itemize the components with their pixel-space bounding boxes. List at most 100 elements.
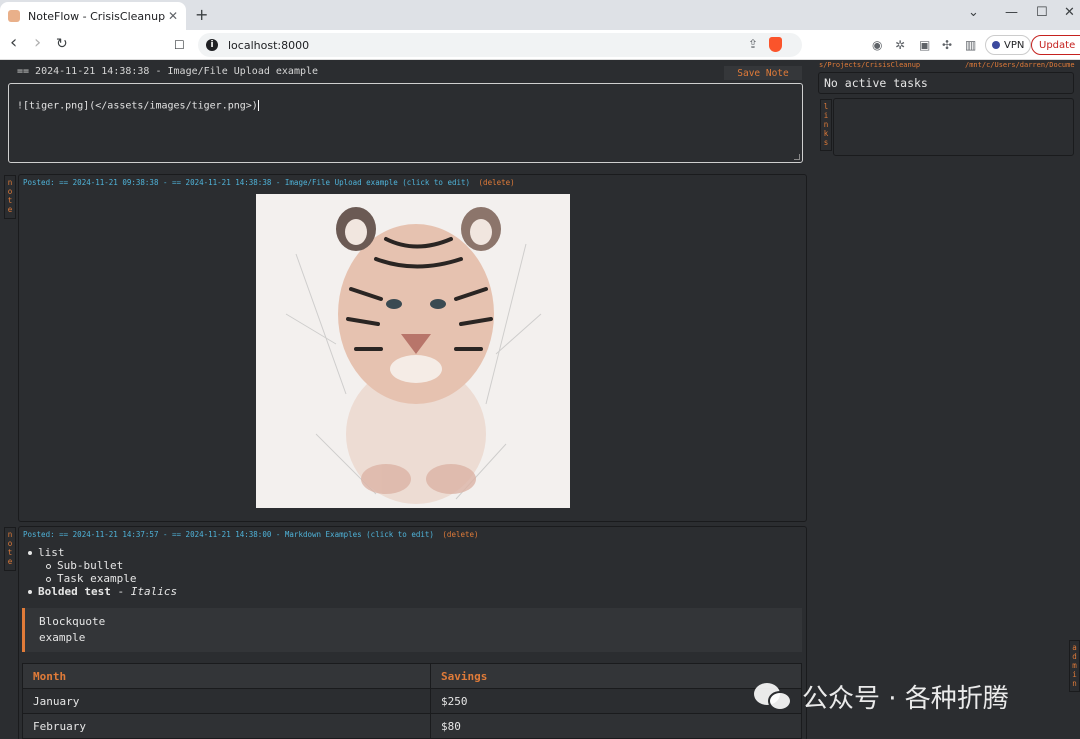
tab-letter: i — [1072, 670, 1077, 679]
markdown-table: Month Savings January $250 February $80 — [22, 663, 802, 739]
project-path: s/Projects/CrisisCleanup — [819, 61, 921, 69]
tab-letter: n — [7, 178, 13, 187]
blockquote-line: Blockquote — [39, 615, 106, 628]
reload-button[interactable]: ↻ — [56, 36, 68, 52]
tab-letter: i — [823, 111, 829, 120]
table-header-cell: Savings — [430, 663, 802, 689]
password-extension-icon[interactable]: ◉ — [872, 38, 882, 52]
sidebar-toggle-icon[interactable]: ▥ — [965, 38, 976, 52]
list-item-text: Sub-bullet — [57, 559, 124, 572]
delete-note-link[interactable]: (delete) — [479, 178, 515, 187]
separator-text: - — [110, 585, 131, 598]
table-row: January $250 — [22, 688, 802, 714]
posted-label: Posted: — [23, 530, 55, 539]
minimize-button[interactable]: — — [1005, 5, 1018, 20]
tab-letter: t — [7, 196, 13, 205]
list-item: list — [28, 546, 177, 559]
tab-letter: n — [7, 530, 13, 539]
update-button[interactable]: Update — [1031, 35, 1080, 55]
save-note-button[interactable]: Save Note — [724, 66, 802, 80]
extension-icon[interactable]: ▣ — [919, 38, 930, 52]
tab-letter: n — [823, 120, 829, 129]
tab-letter: d — [1072, 652, 1077, 661]
links-tab[interactable]: l i n k s — [820, 99, 832, 151]
table-cell: $250 — [430, 688, 802, 714]
share-icon[interactable]: ⇪ — [748, 37, 758, 51]
bullet-icon — [28, 590, 32, 594]
circle-bullet-icon — [46, 576, 51, 582]
list-item: Task example — [28, 572, 177, 585]
puzzle-extensions-icon[interactable]: ✣ — [942, 38, 952, 52]
browser-tab[interactable]: NoteFlow - CrisisCleanup ✕ — [0, 2, 186, 30]
tab-letter: e — [7, 557, 13, 566]
tab-letter: o — [7, 539, 13, 548]
site-info-icon[interactable]: i — [206, 39, 218, 51]
bold-text: Bolded test — [38, 585, 111, 598]
watermark-text: 公众号 · 各种折腾 — [802, 684, 1009, 714]
tab-letter: e — [7, 205, 13, 214]
note-posted-line: Posted: == 2024-11-21 14:37:57 - == 2024… — [23, 530, 479, 539]
list-item-text: list — [38, 546, 65, 559]
posted-edit-link[interactable]: == 2024-11-21 14:37:57 - == 2024-11-21 1… — [59, 530, 434, 539]
update-label: Update — [1039, 39, 1076, 51]
markdown-list: list Sub-bullet Task example Bolded test… — [28, 546, 177, 598]
tab-letter: m — [1072, 661, 1077, 670]
resize-handle[interactable] — [794, 154, 800, 160]
url-text: localhost:8000 — [228, 38, 310, 52]
tab-letter: k — [823, 129, 829, 138]
translate-extension-icon[interactable]: ✲ — [895, 38, 905, 52]
links-panel — [833, 98, 1074, 156]
posted-edit-link[interactable]: == 2024-11-21 09:38:38 - == 2024-11-21 1… — [59, 178, 470, 187]
note-editor-textarea[interactable]: ![tiger.png](</assets/images/tiger.png>) — [8, 83, 803, 163]
tiger-image — [256, 194, 570, 508]
vpn-label: VPN — [1004, 39, 1025, 51]
list-item: Bolded test - Italics — [28, 585, 177, 598]
forward-button[interactable]: › — [34, 32, 41, 53]
close-window-button[interactable]: ✕ — [1064, 5, 1075, 20]
tab-letter: a — [1072, 643, 1077, 652]
tab-title: NoteFlow - CrisisCleanup — [28, 9, 166, 23]
tab-letter: s — [823, 138, 829, 147]
watermark: 公众号 · 各种折腾 — [754, 678, 1009, 715]
tiger-illustration — [256, 194, 570, 508]
bookmark-icon[interactable]: ☐ — [174, 38, 185, 52]
table-header-row: Month Savings — [22, 663, 802, 689]
tab-letter: l — [823, 102, 829, 111]
posted-label: Posted: — [23, 178, 55, 187]
circle-bullet-icon — [46, 563, 51, 569]
vpn-icon — [992, 41, 1000, 49]
list-item-text: Task example — [57, 572, 137, 585]
note-tab[interactable]: n o t e — [4, 175, 16, 219]
tab-letter: n — [1072, 679, 1077, 688]
table-row: February $80 — [22, 713, 802, 739]
editor-content: ![tiger.png](</assets/images/tiger.png>) — [17, 100, 258, 112]
tab-search-icon[interactable]: ⌄ — [968, 5, 979, 20]
new-tab-button[interactable]: + — [195, 5, 208, 24]
tab-letter: o — [7, 187, 13, 196]
table-cell: $80 — [430, 713, 802, 739]
directory-path: /mnt/c/Users/darren/Docume — [965, 61, 1075, 69]
maximize-button[interactable]: ☐ — [1036, 5, 1048, 20]
vpn-button[interactable]: VPN — [985, 35, 1032, 55]
note-posted-line: Posted: == 2024-11-21 09:38:38 - == 2024… — [23, 178, 515, 187]
brave-shield-icon[interactable] — [769, 37, 782, 52]
tab-letter: t — [7, 548, 13, 557]
table-header-cell: Month — [22, 663, 431, 689]
tasks-panel: No active tasks — [818, 72, 1074, 94]
bullet-icon — [28, 551, 32, 555]
italic-text: Italics — [130, 585, 178, 598]
back-button[interactable]: ‹ — [10, 32, 17, 53]
table-cell: February — [22, 713, 431, 739]
table-cell: January — [22, 688, 431, 714]
blockquote: Blockquote example — [22, 608, 802, 652]
note-tab[interactable]: n o t e — [4, 527, 16, 571]
favicon-icon — [8, 10, 20, 22]
close-tab-icon[interactable]: ✕ — [168, 9, 178, 23]
tasks-status: No active tasks — [824, 76, 928, 90]
browser-toolbar: ‹ › ↻ ☐ i localhost:8000 ⇪ ◉ ✲ ▣ ✣ ▥ — [0, 30, 1080, 60]
address-bar[interactable]: i localhost:8000 ⇪ — [198, 33, 802, 57]
browser-tab-strip: NoteFlow - CrisisCleanup ✕ + ⌄ — ☐ ✕ — [0, 0, 1080, 30]
editor-header: == 2024-11-21 14:38:38 - Image/File Uplo… — [17, 66, 319, 77]
delete-note-link[interactable]: (delete) — [442, 530, 478, 539]
admin-tab[interactable]: a d m i n — [1069, 640, 1080, 692]
